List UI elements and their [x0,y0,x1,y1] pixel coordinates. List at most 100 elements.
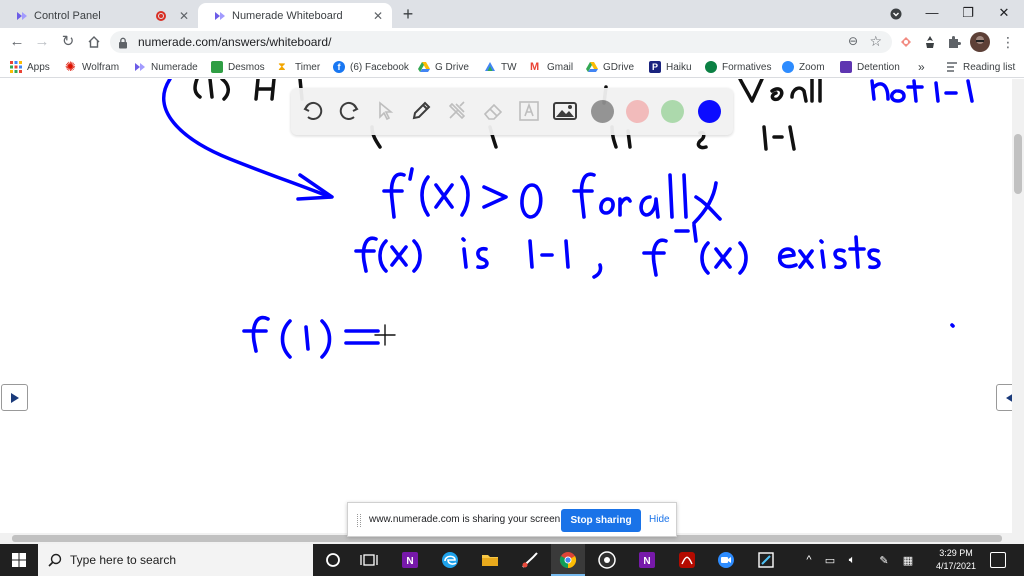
bookmark-label: Detention [857,61,900,73]
close-tab-icon[interactable]: ✕ [370,9,386,23]
onenote-icon[interactable]: N [637,550,657,570]
bookmark-label: Haiku [666,61,692,73]
pointer-icon[interactable] [373,99,397,123]
restore-icon[interactable]: ❐ [950,0,986,28]
bookmark-g-drive[interactable]: G Drive [418,59,469,75]
vertical-scrollbar[interactable] [1012,79,1024,533]
zoom-icon[interactable]: ⊖ [848,34,858,48]
zoom-icon [782,61,794,73]
network-icon[interactable]: ▭ [822,552,838,568]
close-tab-icon[interactable]: ✕ [176,9,192,23]
bookmark-gdrive[interactable]: GDrive [586,59,634,75]
hide-button[interactable]: Hide [649,514,670,525]
reading-list-label: Reading list [963,61,1016,73]
redo-icon[interactable] [337,99,361,123]
cortana-icon[interactable] [323,550,343,570]
next-page-button[interactable] [996,384,1012,411]
chrome-icon[interactable] [558,550,578,570]
handwritten-f-of-one [242,315,955,359]
timer-icon: ⧗ [278,61,286,73]
bookmark-label: Formatives [722,61,772,73]
detention-icon [840,61,852,73]
bookmark-formatives[interactable]: Formatives [705,59,771,75]
color-swatch-blue[interactable] [698,100,721,123]
onenote-icon[interactable]: N [400,550,420,570]
image-icon[interactable] [553,99,577,123]
task-view-icon[interactable] [359,550,379,570]
avatar[interactable] [970,32,990,52]
apps-grid-icon [10,61,22,73]
acrobat-icon[interactable] [677,550,697,570]
new-tab-button[interactable]: + [398,4,418,24]
taskbar-search-input[interactable]: Type here to search [38,544,313,576]
drive-icon [418,61,430,73]
eraser-icon[interactable] [481,99,505,123]
bookmark-gmail[interactable]: M Gmail [530,59,573,75]
color-swatch-green[interactable] [661,100,684,123]
back-icon[interactable]: ← [6,31,28,53]
previous-page-button[interactable] [1,384,28,411]
bookmarks-bar: Apps ✺ Wolfram Numerade Desmos ⧗ Timer f… [0,56,1024,78]
bookmark-zoom[interactable]: Zoom [782,59,825,75]
file-explorer-icon[interactable] [480,550,500,570]
bookmark-timer[interactable]: ⧗ Timer [278,59,320,75]
bookmark-star-icon[interactable]: ☆ [869,33,882,50]
extension-icon[interactable] [898,34,914,50]
chevron-up-icon[interactable]: ^ [801,552,817,568]
share-message: www.numerade.com is sharing your screen. [369,514,563,525]
color-swatch-gray[interactable] [591,100,614,123]
bookmark-haiku[interactable]: P Haiku [649,59,692,75]
stop-sharing-button[interactable]: Stop sharing [561,509,641,532]
color-swatch-pink[interactable] [626,100,649,123]
tab-title: Control Panel [34,9,101,22]
drag-handle-icon[interactable] [357,514,361,527]
snip-icon[interactable] [756,550,776,570]
bookmarks-overflow-icon[interactable]: » [918,59,925,75]
extensions-puzzle-icon[interactable] [946,34,962,50]
reload-icon[interactable]: ↻ [57,31,79,53]
pen-workspace-icon[interactable]: ✎ [876,552,892,568]
url-text: numerade.com/answers/whiteboard/ [138,35,332,49]
svg-text:N: N [406,556,413,567]
screen-share-banner: www.numerade.com is sharing your screen.… [347,502,677,537]
reading-list[interactable]: Reading list [946,59,1015,75]
edge-icon[interactable] [440,550,460,570]
bookmark-wolfram[interactable]: ✺ Wolfram [65,59,119,75]
text-tool-icon[interactable] [517,99,541,123]
home-icon[interactable] [83,31,105,53]
keyboard-icon[interactable]: ▦ [900,552,916,568]
whiteboard-canvas[interactable] [0,79,1012,533]
tab-control-panel[interactable]: Control Panel ✕ [0,3,198,28]
extension-icon[interactable] [922,34,938,50]
paint-icon[interactable] [520,550,540,570]
pen-icon[interactable] [409,99,433,123]
volume-icon[interactable]: 🔈︎ [844,552,860,568]
forward-icon[interactable]: → [31,31,53,53]
bookmark-desmos[interactable]: Desmos [211,59,265,75]
bookmark-label: Desmos [228,61,265,73]
tools-icon[interactable] [445,99,469,123]
browser-toolbar: ← → ↻ numerade.com/answers/whiteboard/ ⊖… [0,28,1024,56]
menu-icon[interactable]: ⋮ [1000,34,1016,50]
system-clock[interactable]: 3:29 PM 4/17/2021 [928,547,984,573]
address-bar[interactable]: numerade.com/answers/whiteboard/ ⊖ ☆ [110,31,892,53]
numerade-icon [214,10,226,22]
undo-icon[interactable] [301,99,325,123]
tab-search-icon[interactable] [878,0,914,28]
bookmark-numerade[interactable]: Numerade [134,59,198,75]
bookmark-label: Numerade [151,61,198,73]
bookmark-apps[interactable]: Apps [10,59,50,75]
obs-icon[interactable] [597,550,617,570]
close-window-icon[interactable]: ✕ [986,0,1022,28]
notifications-icon[interactable] [990,552,1006,568]
handwritten-derivative-positive [382,167,722,225]
scrollbar-thumb[interactable] [1014,134,1022,194]
zoom-icon[interactable] [716,550,736,570]
bookmark-facebook[interactable]: f (6) Facebook [333,59,409,75]
bookmark-detention[interactable]: Detention [840,59,900,75]
lock-icon [118,36,128,54]
minimize-icon[interactable]: — [914,0,950,28]
bookmark-tw[interactable]: TW [484,59,517,75]
windows-start-icon[interactable] [0,544,38,576]
tab-numerade-whiteboard[interactable]: Numerade Whiteboard ✕ [198,3,392,28]
